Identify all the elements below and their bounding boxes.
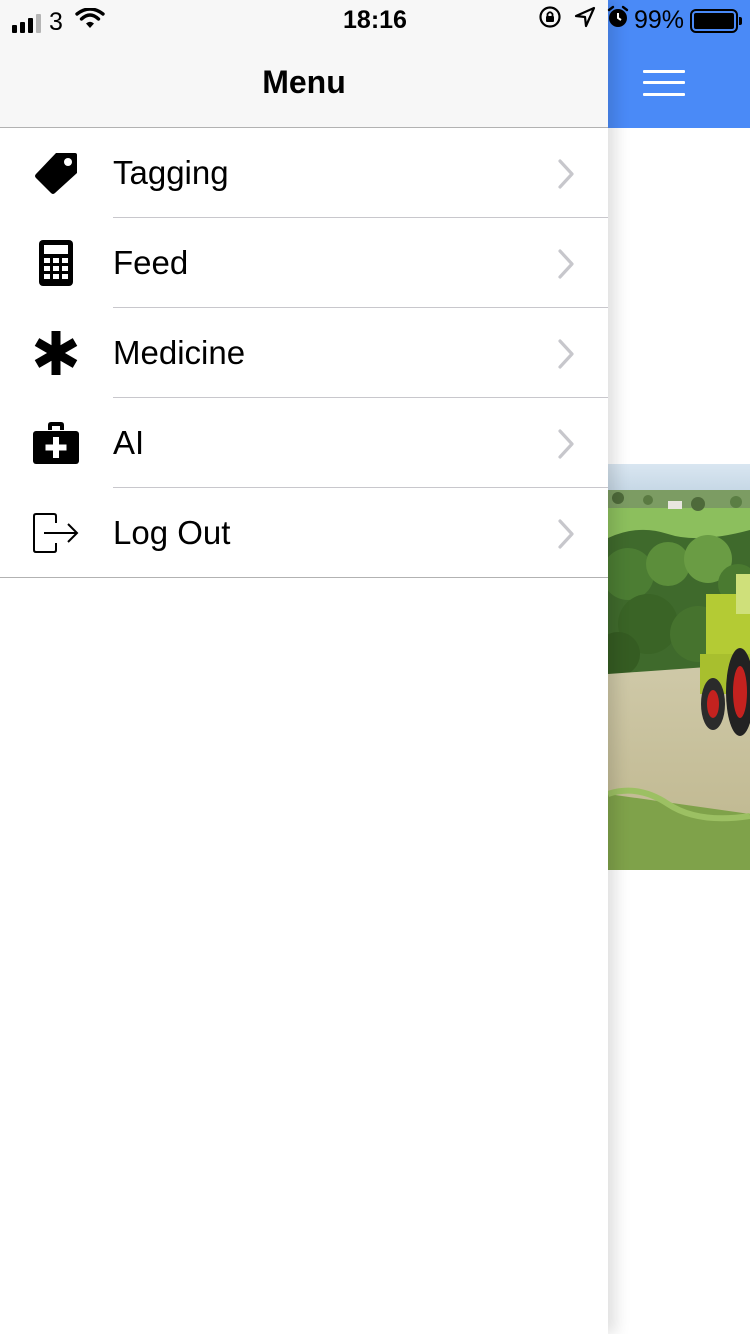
menu-item-tagging[interactable]: Tagging	[0, 128, 608, 218]
alarm-icon	[606, 5, 630, 36]
carrier-label: 3	[49, 8, 63, 36]
menu-item-feed[interactable]: Feed	[0, 218, 608, 308]
medkit-icon	[30, 419, 82, 467]
menu-title: Menu	[262, 64, 346, 100]
menu-item-label: Log Out	[113, 514, 231, 551]
menu-item-label: Medicine	[113, 334, 246, 371]
location-icon	[574, 6, 596, 35]
menu-item-label: Feed	[113, 244, 189, 281]
calculator-icon	[30, 239, 82, 287]
menu-item-label: AI	[113, 424, 145, 461]
menu-item-medicine[interactable]: Medicine	[0, 308, 608, 398]
tag-icon	[30, 149, 82, 197]
chevron-right-icon	[558, 159, 574, 189]
wifi-icon	[75, 7, 105, 37]
hero-image	[608, 464, 750, 870]
menu-item-label: Tagging	[113, 154, 229, 191]
status-bar: 3 18:16 99%	[0, 0, 750, 40]
chevron-right-icon	[558, 339, 574, 369]
battery-icon	[690, 8, 742, 33]
orientation-lock-icon	[538, 5, 562, 36]
menu-item-log-out[interactable]: Log Out	[0, 488, 608, 578]
divider	[0, 577, 608, 578]
chevron-right-icon	[558, 249, 574, 279]
menu-item-ai[interactable]: AI	[0, 398, 608, 488]
battery-percent: 99%	[633, 6, 684, 34]
chevron-right-icon	[558, 519, 574, 549]
chevron-right-icon	[558, 429, 574, 459]
side-menu-drawer: Menu Tagging Feed Medicine AI Log Out	[0, 0, 608, 1334]
signal-strength-icon	[12, 13, 41, 33]
menu-list: Tagging Feed Medicine AI Log Out	[0, 128, 608, 578]
sign-out-icon	[30, 509, 82, 557]
asterisk-icon	[30, 329, 82, 377]
hamburger-icon[interactable]	[643, 68, 685, 98]
